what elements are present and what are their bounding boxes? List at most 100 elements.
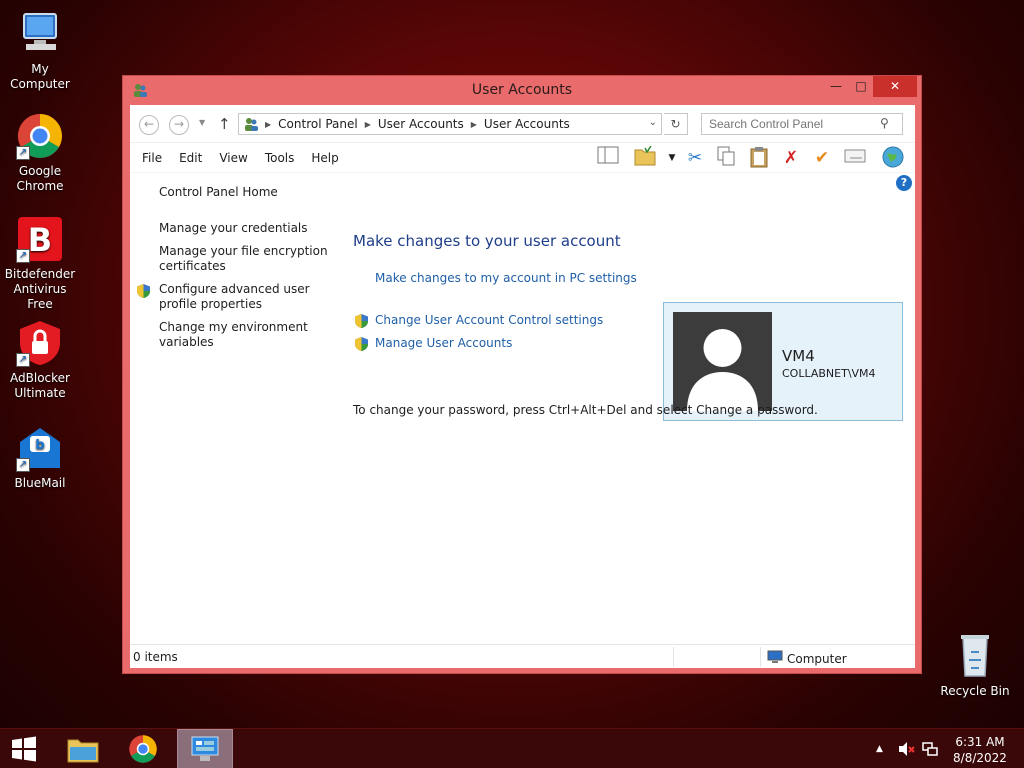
copy-icon[interactable] xyxy=(714,146,738,170)
desktop-icon-my-computer[interactable]: My Computer xyxy=(0,10,80,92)
nav-environment-variables[interactable]: Change my environment variables xyxy=(159,320,339,350)
page-title: Make changes to your user account xyxy=(353,232,621,250)
status-divider xyxy=(760,647,761,667)
bitdefender-icon: B ↗ xyxy=(16,215,64,263)
breadcrumb-user-accounts[interactable]: User Accounts xyxy=(378,117,464,131)
menu-bar: File Edit View Tools Help xyxy=(140,151,341,165)
menu-tools[interactable]: Tools xyxy=(263,151,297,165)
user-accounts-window: User Accounts — □ ✕ ← → ▼ ↑ ▶ Control Pa… xyxy=(122,75,922,674)
close-button[interactable]: ✕ xyxy=(873,76,917,97)
layout-pane-icon[interactable] xyxy=(596,146,620,170)
taskbar-chrome[interactable] xyxy=(115,729,171,768)
nav-advanced-user-profile[interactable]: Configure advanced user profile properti… xyxy=(159,282,339,312)
shortcut-arrow-icon: ↗ xyxy=(16,353,30,367)
minimize-button[interactable]: — xyxy=(823,76,849,97)
shortcut-arrow-icon: ↗ xyxy=(16,146,30,160)
desktop-icon-bitdefender[interactable]: B ↗ Bitdefender Antivirus Free xyxy=(0,215,80,312)
chrome-icon: ↗ xyxy=(16,112,64,160)
breadcrumb-separator-icon[interactable]: ▶ xyxy=(365,120,371,129)
start-button[interactable] xyxy=(0,729,48,768)
search-input[interactable] xyxy=(701,113,903,135)
avatar xyxy=(673,312,772,411)
rename-icon[interactable] xyxy=(843,146,867,170)
taskbar-file-explorer[interactable] xyxy=(55,729,111,768)
nav-file-encryption-certificates[interactable]: Manage your file encryption certificates xyxy=(159,244,339,274)
address-dropdown-icon[interactable]: ⌄ xyxy=(649,117,657,128)
uac-shield-icon xyxy=(354,336,369,352)
status-divider xyxy=(673,647,674,667)
uac-shield-icon xyxy=(354,313,369,329)
up-arrow-icon[interactable]: ↑ xyxy=(218,115,231,133)
check-icon[interactable]: ✔ xyxy=(810,146,834,170)
control-panel-icon xyxy=(243,117,259,131)
window-title: User Accounts xyxy=(471,82,573,98)
nav-control-panel-home[interactable]: Control Panel Home xyxy=(159,185,339,200)
nav-manage-credentials[interactable]: Manage your credentials xyxy=(159,221,339,236)
menu-edit[interactable]: Edit xyxy=(177,151,204,165)
desktop-icon-label: My Computer xyxy=(10,62,70,91)
volume-muted-icon[interactable] xyxy=(898,729,916,768)
network-icon[interactable] xyxy=(922,729,938,768)
windows-logo-icon xyxy=(12,736,36,762)
forward-button[interactable]: → xyxy=(169,115,189,135)
taskbar-control-panel[interactable] xyxy=(177,729,233,768)
window-client-area: ← → ▼ ↑ ▶ Control Panel ▶ User Accounts … xyxy=(130,105,915,668)
menu-view[interactable]: View xyxy=(217,151,249,165)
svg-text:B: B xyxy=(28,221,52,259)
computer-icon xyxy=(767,650,783,667)
desktop-icon-label: BlueMail xyxy=(14,476,66,490)
recycle-bin-icon xyxy=(951,632,999,680)
cut-icon[interactable]: ✂ xyxy=(683,146,707,170)
menu-help[interactable]: Help xyxy=(309,151,340,165)
uac-shield-icon xyxy=(136,283,151,299)
desktop-icon-recycle-bin[interactable]: Recycle Bin xyxy=(935,632,1015,699)
status-bar: 0 items Computer xyxy=(130,644,915,668)
search-icon[interactable]: ⚲ xyxy=(880,116,889,130)
status-location-label: Computer xyxy=(787,651,847,666)
shortcut-arrow-icon: ↗ xyxy=(16,249,30,263)
back-button[interactable]: ← xyxy=(139,115,159,135)
desktop-icon-label: Bitdefender Antivirus Free xyxy=(4,267,76,311)
status-item-count: 0 items xyxy=(133,650,178,664)
desktop-icon-bluemail[interactable]: b ↗ BlueMail xyxy=(0,424,80,491)
address-toolbar: ← → ▼ ↑ ▶ Control Panel ▶ User Accounts … xyxy=(130,105,915,143)
address-bar[interactable]: ▶ Control Panel ▶ User Accounts ▶ User A… xyxy=(238,113,662,135)
svg-text:b: b xyxy=(35,438,44,453)
breadcrumb-separator-icon[interactable]: ▶ xyxy=(471,120,477,129)
maximize-button[interactable]: □ xyxy=(849,76,873,97)
taskbar: ▲ 6:31 AM 8/8/2022 xyxy=(0,728,1024,768)
task-manage-user-accounts-link[interactable]: Manage User Accounts xyxy=(375,336,512,350)
recent-pages-dropdown-icon[interactable]: ▼ xyxy=(199,118,205,127)
clock-time: 6:31 AM xyxy=(955,735,1005,749)
account-name: VM4 xyxy=(782,347,815,365)
chrome-icon xyxy=(129,735,157,763)
help-icon[interactable]: ? xyxy=(896,175,912,191)
desktop-icon-label: Google Chrome xyxy=(16,164,64,193)
task-pc-settings-link[interactable]: Make changes to my account in PC setting… xyxy=(375,271,637,285)
refresh-button[interactable]: ↻ xyxy=(664,113,688,135)
delete-icon[interactable]: ✗ xyxy=(779,146,803,170)
menu-toolbar: File Edit View Tools Help ▼ ✂ ✗ ✔ xyxy=(130,143,915,173)
breadcrumb-user-accounts-current[interactable]: User Accounts xyxy=(484,117,570,131)
control-panel-icon xyxy=(191,736,219,761)
adblocker-shield-icon: ↗ xyxy=(16,319,64,367)
breadcrumb-control-panel[interactable]: Control Panel xyxy=(278,117,358,131)
desktop-icon-adblocker[interactable]: ↗ AdBlocker Ultimate xyxy=(0,319,80,401)
window-titlebar[interactable]: User Accounts — □ ✕ xyxy=(123,76,921,104)
password-note: To change your password, press Ctrl+Alt+… xyxy=(353,403,818,417)
desktop-icon-google-chrome[interactable]: ↗ Google Chrome xyxy=(0,112,80,194)
paste-icon[interactable] xyxy=(747,146,771,170)
breadcrumb-separator-icon: ▶ xyxy=(265,119,272,129)
bluemail-icon: b ↗ xyxy=(16,424,64,472)
system-clock[interactable]: 6:31 AM 8/8/2022 xyxy=(944,734,1016,766)
clock-date: 8/8/2022 xyxy=(953,751,1007,765)
folder-dropdown-icon[interactable]: ▼ xyxy=(660,146,684,170)
shortcut-arrow-icon: ↗ xyxy=(16,458,30,472)
task-uac-settings-link[interactable]: Change User Account Control settings xyxy=(375,313,603,327)
globe-icon[interactable] xyxy=(881,146,905,170)
menu-file[interactable]: File xyxy=(140,151,164,165)
folder-icon xyxy=(67,739,99,763)
show-hidden-icons-button[interactable]: ▲ xyxy=(876,729,883,768)
status-location: Computer xyxy=(767,650,847,667)
folder-properties-icon[interactable] xyxy=(633,145,657,170)
